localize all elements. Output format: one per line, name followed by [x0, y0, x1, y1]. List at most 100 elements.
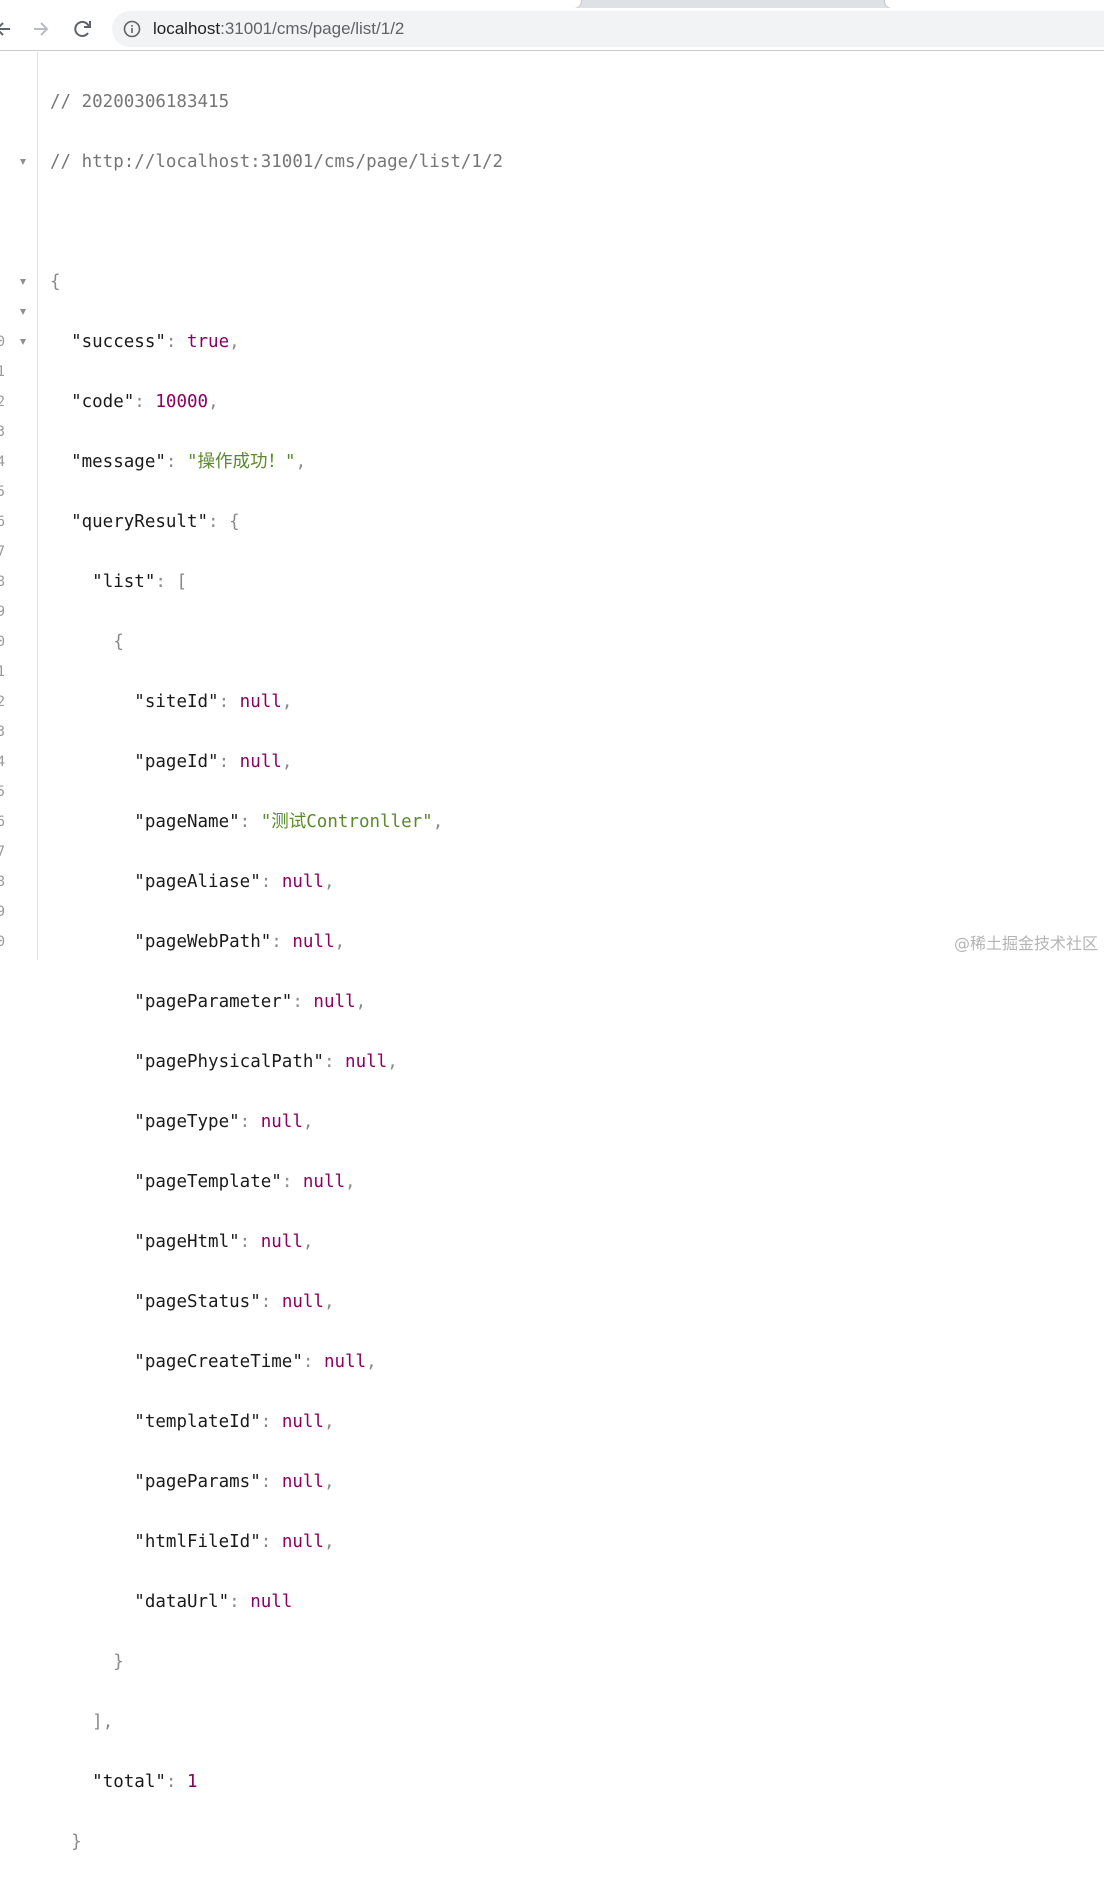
json-line: "list": [: [50, 567, 1100, 597]
json-line: {: [50, 267, 1100, 297]
json-line: "pageTemplate": null,: [50, 1167, 1100, 1197]
comma: ,: [387, 1052, 398, 1072]
comma: ,: [366, 1352, 377, 1372]
fold-toggle-icon[interactable]: [20, 159, 26, 165]
colon: :: [260, 1412, 282, 1432]
fold-toggle-icon[interactable]: [20, 279, 26, 285]
json-value: null: [313, 992, 356, 1012]
watermark: @稀土掘金技术社区: [953, 934, 1098, 953]
line-number: 2: [0, 694, 5, 710]
json-key: "htmlFileId": [134, 1532, 261, 1552]
colon: :: [260, 1472, 282, 1492]
fold-toggle-icon[interactable]: [20, 339, 26, 345]
colon: :: [292, 992, 314, 1012]
line-number: 0: [0, 634, 5, 650]
colon: :: [165, 1772, 187, 1792]
json-line: {: [50, 627, 1100, 657]
json-value: "操作成功！": [186, 452, 296, 472]
line-number: 1: [0, 364, 5, 380]
json-key: "siteId": [134, 692, 219, 712]
json-key: "pageParameter": [134, 992, 293, 1012]
line-number: 6: [0, 814, 5, 830]
json-key: "pageParams": [134, 1472, 261, 1492]
close-brace: }: [113, 1652, 124, 1672]
colon: :: [260, 872, 282, 892]
line-number: 4: [0, 754, 5, 770]
json-key: "dataUrl": [134, 1592, 230, 1612]
line-number: 2: [0, 394, 5, 410]
json-line: "pagePhysicalPath": null,: [50, 1047, 1100, 1077]
reload-button[interactable]: [66, 12, 100, 46]
open-brace: {: [50, 272, 61, 292]
json-key: "templateId": [134, 1412, 261, 1432]
json-key: "pageId": [134, 752, 219, 772]
json-viewer: // 20200306183415 // http://localhost:31…: [50, 57, 1100, 1887]
close-bracket: ],: [92, 1712, 114, 1732]
json-line: "pageType": null,: [50, 1107, 1100, 1137]
line-number: 8: [0, 874, 5, 890]
json-line: "message": "操作成功！",: [50, 447, 1100, 477]
json-key: "pageName": [134, 812, 240, 832]
line-number: 7: [0, 544, 5, 560]
json-value: true: [186, 332, 230, 352]
forward-arrow-icon: [34, 22, 49, 36]
line-number-gutter: 0 1 2 3 4 5 6 7 8 9 0 1 2 3 4 5 6 7 8 9 …: [0, 52, 38, 960]
back-button[interactable]: [0, 12, 20, 46]
address-bar[interactable]: localhost:31001/cms/page/list/1/2: [112, 11, 1104, 47]
line-number: 5: [0, 484, 5, 500]
json-value: null: [250, 1592, 293, 1612]
json-line: "pageId": null,: [50, 747, 1100, 777]
comma: ,: [345, 1172, 356, 1192]
json-line: "dataUrl": null: [50, 1587, 1100, 1617]
line-number: 7: [0, 844, 5, 860]
colon: :: [218, 752, 240, 772]
colon: :: [134, 392, 156, 412]
json-line: }: [50, 1827, 1100, 1857]
line-number: 1: [0, 664, 5, 680]
json-line: "pageParameter": null,: [50, 987, 1100, 1017]
json-key: "pageAliase": [134, 872, 261, 892]
colon: :: [271, 932, 293, 952]
fold-toggle-icon[interactable]: [20, 309, 26, 315]
timestamp-comment: // 20200306183415: [50, 92, 230, 112]
comma: ,: [323, 1472, 335, 1492]
comma: ,: [323, 1532, 335, 1552]
url-text[interactable]: localhost:31001/cms/page/list/1/2: [153, 19, 404, 39]
line-number: 9: [0, 904, 5, 920]
comma: ,: [302, 1112, 314, 1132]
forward-button[interactable]: [25, 12, 59, 46]
line-number: 0: [0, 934, 5, 950]
json-line: "queryResult": {: [50, 507, 1100, 537]
comma: ,: [323, 872, 335, 892]
json-value: "测试Contronller": [260, 812, 433, 832]
info-icon[interactable]: [122, 19, 142, 39]
line-number: 5: [0, 784, 5, 800]
json-key: "pageTemplate": [134, 1172, 282, 1192]
reload-icon: [74, 20, 91, 37]
json-key: "pageHtml": [134, 1232, 240, 1252]
json-value: null: [260, 1112, 303, 1132]
json-value: null: [260, 1232, 303, 1252]
json-key: "total": [92, 1772, 166, 1792]
tab-strip: [0, 0, 1104, 9]
json-line: [50, 207, 1100, 237]
json-value: null: [281, 1292, 324, 1312]
url-host: localhost: [153, 19, 221, 38]
colon: :: [165, 452, 187, 472]
json-line: "pageCreateTime": null,: [50, 1347, 1100, 1377]
comma: ,: [229, 332, 240, 352]
colon: :: [239, 812, 261, 832]
url-comment: // http://localhost:31001/cms/page/list/…: [50, 152, 504, 172]
json-key: "message": [71, 452, 166, 472]
json-line: "siteId": null,: [50, 687, 1100, 717]
colon: :: [323, 1052, 346, 1072]
json-key: "pageType": [134, 1112, 240, 1132]
colon: : {: [208, 512, 240, 532]
json-value: null: [239, 752, 282, 772]
colon: : [: [155, 572, 187, 592]
json-key: "pagePhysicalPath": [134, 1052, 324, 1072]
json-key: "code": [71, 392, 135, 412]
colon: :: [302, 1352, 324, 1372]
json-value: null: [281, 1532, 324, 1552]
json-line: "pageAliase": null,: [50, 867, 1100, 897]
